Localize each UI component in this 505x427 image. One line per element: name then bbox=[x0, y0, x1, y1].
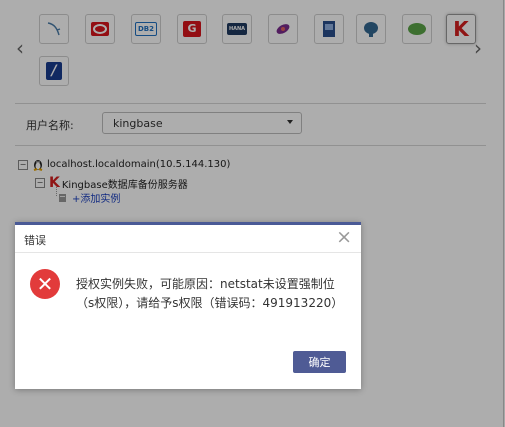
error-icon: ✕ bbox=[30, 269, 60, 299]
dialog-header: 错误 × bbox=[15, 225, 361, 253]
close-icon[interactable]: × bbox=[336, 227, 352, 247]
ok-button[interactable]: 确定 bbox=[293, 351, 346, 373]
dialog-title: 错误 bbox=[24, 234, 46, 247]
error-dialog: 错误 × ✕ 授权实例失败，可能原因：netstat未设置强制位（s权限），请给… bbox=[15, 222, 361, 389]
error-message: 授权实例失败，可能原因：netstat未设置强制位（s权限），请给予s权限（错误… bbox=[76, 277, 344, 310]
